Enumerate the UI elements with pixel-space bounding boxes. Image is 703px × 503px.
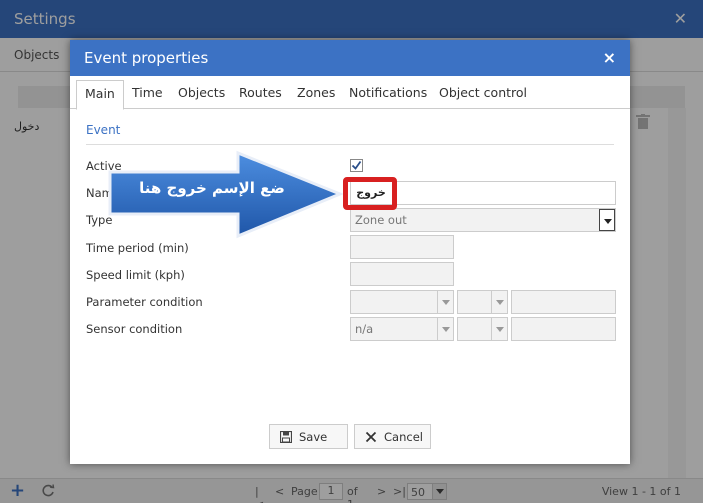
time-period-label: Time period (min) — [86, 241, 189, 255]
active-checkbox[interactable] — [350, 159, 363, 172]
dialog-titlebar: Event properties × — [70, 40, 630, 76]
floppy-disk-icon — [280, 431, 292, 443]
save-button-label: Save — [299, 430, 328, 444]
parameter-value-input[interactable] — [511, 290, 616, 314]
callout-text: ضع الإسم خروج هنا — [139, 179, 285, 197]
chevron-down-icon[interactable] — [491, 318, 507, 340]
sensor-value-input[interactable] — [511, 317, 616, 341]
save-button[interactable]: Save — [269, 424, 348, 449]
type-value: Zone out — [355, 213, 407, 227]
section-title-event: Event — [86, 123, 121, 137]
sensor-condition-label: Sensor condition — [86, 322, 183, 336]
event-properties-dialog: Event properties × Main Time Objects Rou… — [70, 40, 630, 464]
chevron-down-icon[interactable] — [491, 291, 507, 313]
tab-zones[interactable]: Zones — [297, 85, 335, 100]
name-input-value: خروج — [356, 186, 386, 199]
close-icon — [365, 431, 377, 443]
tab-object-control[interactable]: Object control — [439, 85, 527, 100]
parameter-operator-select[interactable] — [457, 290, 508, 314]
tab-main[interactable]: Main — [76, 80, 124, 110]
checkmark-icon — [351, 160, 362, 170]
type-select[interactable]: Zone out — [350, 208, 616, 232]
speed-limit-label: Speed limit (kph) — [86, 268, 185, 282]
speed-limit-input[interactable] — [350, 262, 454, 286]
parameter-condition-label: Parameter condition — [86, 295, 203, 309]
tab-time[interactable]: Time — [132, 85, 163, 100]
cancel-button-label: Cancel — [384, 430, 423, 444]
tab-notifications[interactable]: Notifications — [349, 85, 427, 100]
parameter-condition-select[interactable] — [350, 290, 454, 314]
chevron-down-icon[interactable] — [437, 318, 453, 340]
chevron-down-icon[interactable] — [437, 291, 453, 313]
section-divider — [86, 144, 614, 145]
dialog-title: Event properties — [84, 49, 209, 67]
dialog-tabbar: Main Time Objects Routes Zones Notificat… — [70, 76, 630, 110]
sensor-condition-value: n/a — [355, 322, 374, 336]
tab-routes[interactable]: Routes — [239, 85, 282, 100]
dialog-close-icon[interactable]: × — [603, 48, 616, 67]
tab-objects[interactable]: Objects — [178, 85, 225, 100]
cancel-button[interactable]: Cancel — [354, 424, 431, 449]
sensor-operator-select[interactable] — [457, 317, 508, 341]
chevron-down-icon[interactable] — [599, 209, 615, 231]
time-period-input[interactable] — [350, 235, 454, 259]
sensor-condition-select[interactable]: n/a — [350, 317, 454, 341]
